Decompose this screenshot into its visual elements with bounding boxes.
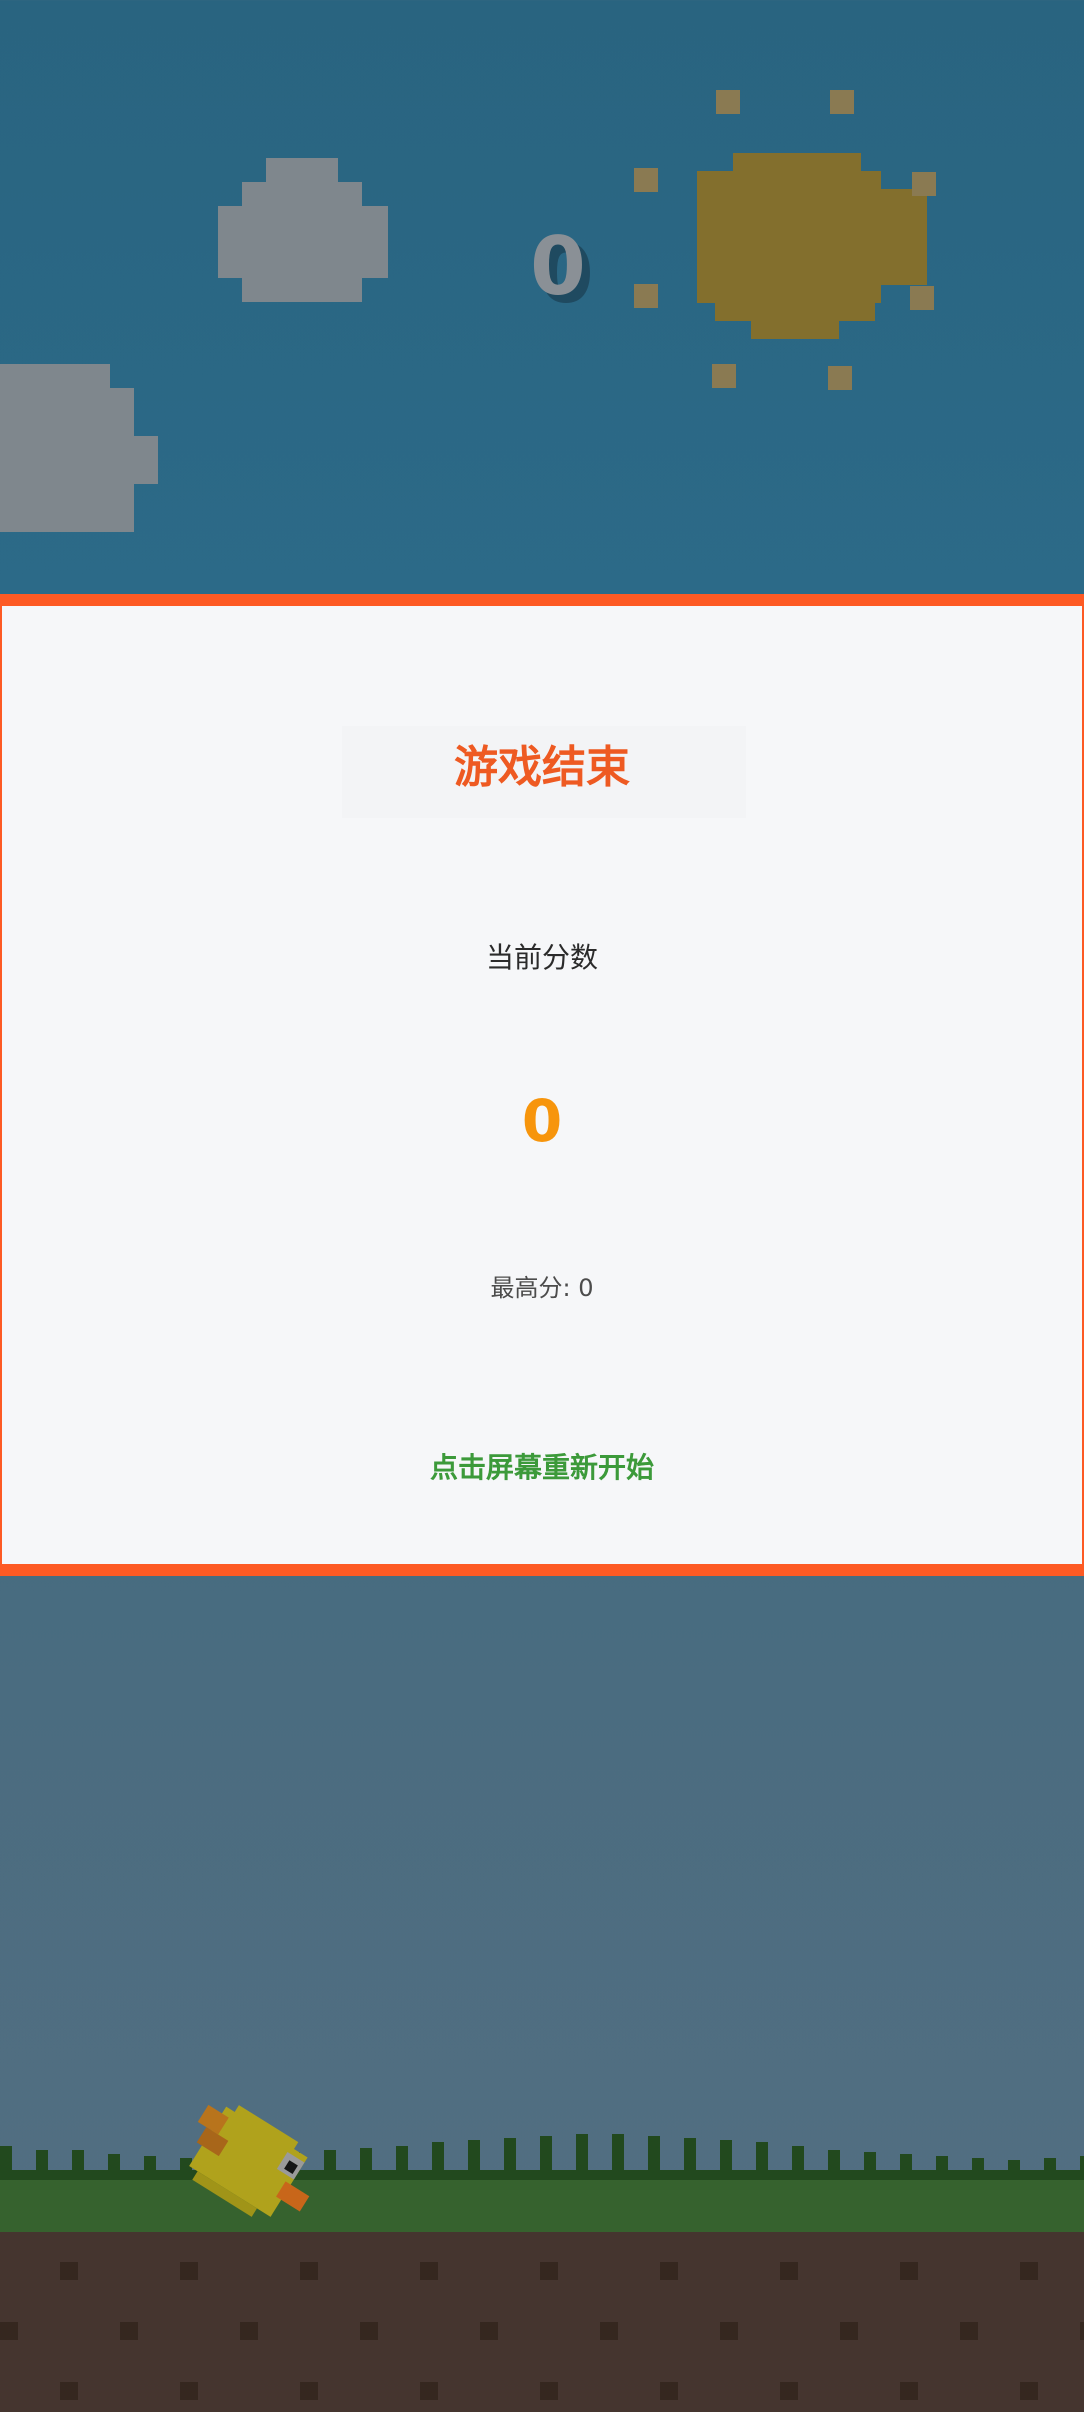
dirt-dot [660,2262,678,2280]
cloud-icon [0,364,158,532]
dirt-dot [60,2382,78,2400]
dirt-dot [600,2322,618,2340]
grass-blade [1080,2156,1084,2170]
grass-blade [972,2158,984,2170]
sun-icon [632,88,938,394]
grass-blade [432,2142,444,2170]
grass-blade [540,2136,552,2170]
grass-blade [0,2146,12,2170]
dirt-dot [300,2382,318,2400]
grass-blade [720,2140,732,2170]
dirt-dot [420,2262,438,2280]
grass-blade [396,2146,408,2170]
best-score: 最高分: 0 [490,1274,594,1302]
dirt-dot [180,2262,198,2280]
dirt-dot [720,2322,738,2340]
dirt-dot [300,2262,318,2280]
grass-blade [900,2154,912,2170]
grass-blade [828,2150,840,2170]
dirt-dot [540,2262,558,2280]
grass-blade [576,2134,588,2170]
grass-blade [108,2154,120,2170]
grass-blade [936,2156,948,2170]
dirt-dot [1080,2322,1084,2340]
dirt-dot [180,2382,198,2400]
restart-hint[interactable]: 点击屏幕重新开始 [2,1448,1082,1488]
dirt-dot [840,2322,858,2340]
hud-score: 0 [530,220,586,313]
current-score-label: 当前分数 [485,941,598,974]
dirt-dot [0,2322,18,2340]
dirt-dot [540,2382,558,2400]
grass-blade [1008,2160,1020,2170]
grass-blade [1044,2158,1056,2170]
game-over-panel[interactable]: 游戏结束 当前分数 0 最高分: 0 点击屏幕重新开始 [0,594,1084,1576]
dirt-dot [660,2382,678,2400]
grass-blade [792,2146,804,2170]
dirt-dot [240,2322,258,2340]
dirt-dot [480,2322,498,2340]
dirt-dot [120,2322,138,2340]
grass-blade [756,2142,768,2170]
dirt-dot [780,2382,798,2400]
dirt-dot [60,2262,78,2280]
dirt-dot [780,2262,798,2280]
grass-blade [612,2134,624,2170]
dirt-dot [960,2322,978,2340]
grass-blade [144,2156,156,2170]
dirt-dot [1020,2262,1038,2280]
dirt-dot [900,2382,918,2400]
grass-blade [36,2150,48,2170]
grass-blade [648,2136,660,2170]
grass-blade [468,2140,480,2170]
grass-blade [360,2148,372,2170]
current-score-value: 0 [521,1087,563,1155]
game-over-title: 游戏结束 [454,742,630,793]
dirt-dot [420,2382,438,2400]
grass-blade [72,2150,84,2170]
grass-blade [504,2138,516,2170]
grass-blade [684,2138,696,2170]
dirt-dot [360,2322,378,2340]
grass-blade [864,2152,876,2170]
cloud-icon [218,158,388,302]
dirt-dot [1020,2382,1038,2400]
dirt-dot [900,2262,918,2280]
